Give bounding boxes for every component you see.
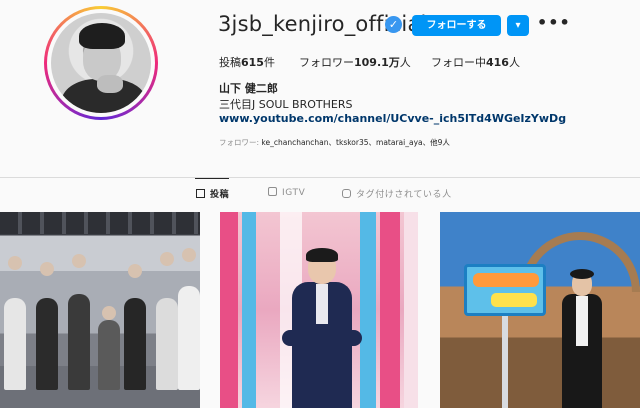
post-thumbnail-3[interactable] (440, 212, 640, 408)
tab-tagged[interactable]: タグ付けされている人 (342, 187, 452, 200)
verified-badge-icon: ✓ (385, 16, 402, 33)
posts-count: 投稿615件 (219, 56, 275, 69)
profile-tabs: 投稿 IGTV タグ付けされている人 (0, 178, 640, 210)
profile-full-name: 山下 健二郎 (219, 82, 278, 95)
followed-by[interactable]: フォロワー: ke_chanchanchan、tkskor35、matarai_… (219, 137, 450, 148)
profile-avatar[interactable] (44, 6, 158, 120)
posts-grid (0, 212, 640, 408)
grid-icon (196, 189, 205, 198)
tagged-icon (342, 189, 351, 198)
profile-website-link[interactable]: www.youtube.com/channel/UCvve-_ich5lTd4W… (219, 112, 566, 125)
post-thumbnail-2[interactable] (220, 212, 418, 408)
following-count[interactable]: フォロー中416人 (431, 54, 520, 70)
followers-count[interactable]: フォロワー109.1万人 (299, 54, 411, 70)
profile-header: 3jsb_kenjiro_official ✓ フォローする ▾ ••• 投稿6… (0, 0, 640, 178)
avatar-photo (51, 13, 151, 113)
follow-button[interactable]: フォローする (412, 15, 501, 36)
tab-igtv[interactable]: IGTV (268, 187, 305, 198)
post-thumbnail-1[interactable] (0, 212, 200, 408)
tab-posts[interactable]: 投稿 (196, 187, 229, 200)
igtv-icon (268, 187, 277, 196)
more-options-icon[interactable]: ••• (537, 13, 570, 35)
active-tab-indicator (195, 178, 229, 179)
profile-bio: 三代目J SOUL BROTHERS (219, 98, 353, 111)
suggested-accounts-dropdown-button[interactable]: ▾ (507, 15, 529, 36)
